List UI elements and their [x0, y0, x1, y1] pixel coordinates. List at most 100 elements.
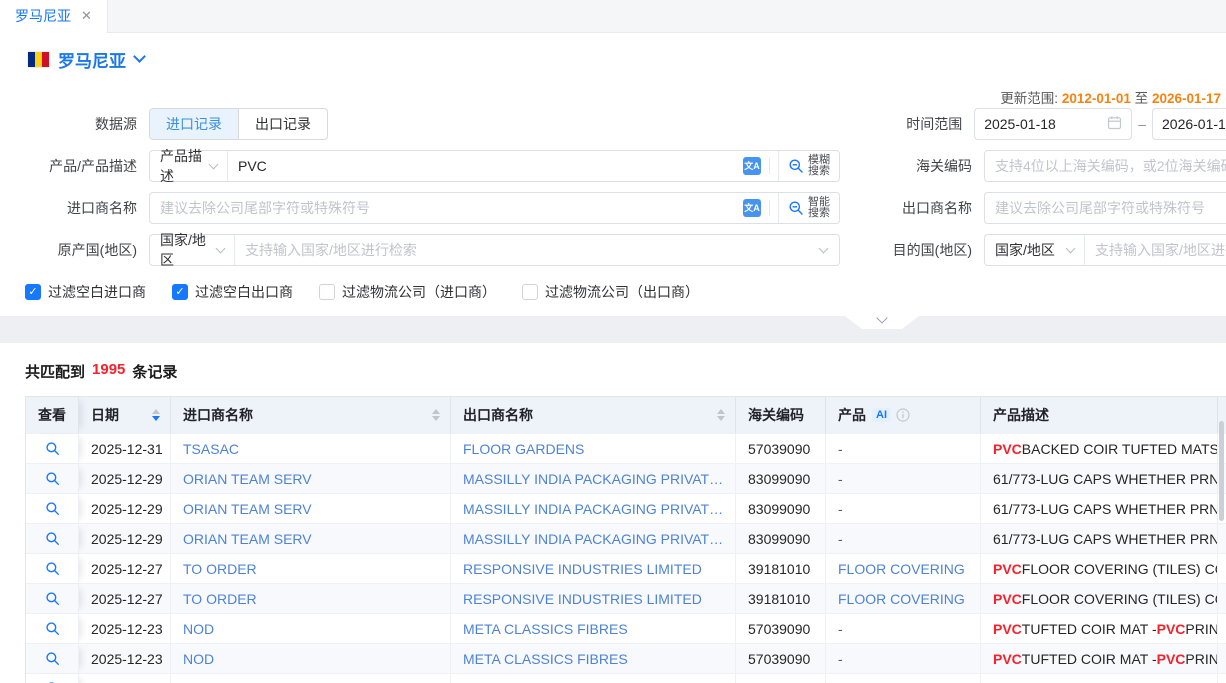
view-record-button[interactable] — [43, 679, 62, 683]
update-range-to: 2026-01-17 — [1152, 91, 1221, 106]
product-link[interactable]: FLOOR COVERING — [838, 561, 965, 577]
description-text: 61/773-LUG CAPS WHETHER PRNTD... — [993, 501, 1218, 517]
view-record-button[interactable] — [43, 499, 62, 518]
exporter-name-input[interactable] — [984, 192, 1226, 224]
divider — [769, 200, 770, 216]
view-record-button[interactable] — [43, 589, 62, 608]
product-type-select[interactable]: 产品描述 — [150, 151, 228, 181]
table-header-row: 查看日期进口商名称出口商名称海关编码产品AI产品描述 — [26, 397, 1226, 433]
cell-product: - — [826, 494, 981, 523]
column-header-exporter[interactable]: 出口商名称 — [451, 397, 736, 433]
collapse-filters-handle[interactable] — [845, 316, 919, 329]
importer-link[interactable]: TO ORDER — [183, 591, 257, 607]
unchecked-checkbox-icon[interactable] — [522, 284, 538, 300]
checked-checkbox-icon[interactable]: ✓ — [25, 284, 41, 300]
column-header-importer[interactable]: 进口商名称 — [171, 397, 451, 433]
destination-country-select[interactable]: 国家/地区 — [985, 235, 1085, 265]
chevron-down-icon — [209, 160, 219, 170]
date-end-input[interactable]: 2026-01-17 — [1152, 108, 1226, 140]
origin-search-input[interactable] — [235, 242, 820, 258]
importer-name-input[interactable] — [150, 200, 743, 216]
view-record-button[interactable] — [43, 559, 62, 578]
exporter-link[interactable]: RESPONSIVE INDUSTRIES LIMITED — [463, 591, 702, 607]
column-label: 查看 — [38, 405, 66, 425]
unchecked-checkbox-icon[interactable] — [319, 284, 335, 300]
importer-link[interactable]: ORIAN TEAM SERV — [183, 501, 312, 517]
keyword-highlight: PVC — [1157, 621, 1186, 637]
cell-date: 2025-12-31 — [79, 434, 171, 463]
cell-exporter: RESPONSIVE INDUSTRIES LIMITED — [451, 584, 736, 613]
column-label: 产品描述 — [993, 405, 1049, 425]
translate-icon[interactable]: 文A — [743, 157, 761, 175]
hs-code-input[interactable] — [984, 150, 1226, 182]
country-header: 罗马尼亚 — [0, 33, 1226, 85]
checkbox-label: 过滤物流公司（进口商） — [342, 282, 496, 302]
importer-link[interactable]: TSASAC — [183, 441, 239, 457]
column-header-description: 产品描述 — [981, 397, 1218, 433]
translate-icon[interactable]: 文A — [743, 199, 761, 217]
vertical-scrollbar[interactable] — [1219, 421, 1224, 521]
calendar-icon — [1107, 115, 1122, 133]
product-search-input[interactable] — [228, 158, 743, 174]
sort-carets-icon[interactable] — [152, 409, 160, 421]
exporter-link[interactable]: META CLASSICS FIBRES — [463, 651, 628, 667]
destination-search-input[interactable] — [1085, 242, 1226, 258]
date-start-input[interactable]: 2025-01-18 — [974, 108, 1132, 140]
cell-importer: ORIAN TEAM SERV — [171, 524, 451, 553]
sort-carets-icon[interactable] — [432, 409, 440, 421]
cell-product: - — [826, 524, 981, 553]
origin-country-select[interactable]: 国家/地区 — [150, 235, 235, 265]
cell-exporter: META CLASSICS FIBRES — [451, 644, 736, 673]
cell-description: 61/773-LUG CAPS WHETHER PRNTD... — [981, 494, 1218, 523]
filter-logistics-exporter-checkbox[interactable]: 过滤物流公司（出口商） — [522, 282, 699, 302]
checked-checkbox-icon[interactable]: ✓ — [172, 284, 188, 300]
table-row: 2025-12-27TO ORDERRESPONSIVE INDUSTRIES … — [26, 553, 1226, 583]
filter-checkbox-row: ✓过滤空白进口商 ✓过滤空白出口商 过滤物流公司（进口商） 过滤物流公司（出口商） — [25, 280, 1226, 304]
smart-search-button[interactable]: 智能 搜索 — [778, 193, 839, 223]
description-text: TUFTED COIR MAT - — [1022, 621, 1157, 637]
importer-link[interactable]: ORIAN TEAM SERV — [183, 531, 312, 547]
importer-link[interactable]: TO ORDER — [183, 561, 257, 577]
cell-hs_code: 83099090 — [736, 464, 826, 493]
importer-link[interactable]: ORIAN TEAM SERV — [183, 471, 312, 487]
filter-blank-exporter-checkbox[interactable]: ✓过滤空白出口商 — [172, 282, 293, 302]
product-link[interactable]: FLOOR COVERING — [838, 591, 965, 607]
filter-logistics-importer-checkbox[interactable]: 过滤物流公司（进口商） — [319, 282, 496, 302]
importer-link[interactable]: NOD — [183, 651, 214, 667]
cell-importer: NOD — [171, 674, 451, 683]
row-origin-destination: 原产国(地区) 国家/地区 目的国(地区) 国家/地区 — [0, 234, 1226, 266]
exporter-link[interactable]: MASSILLY INDIA PACKAGING PRIVATE LIMI... — [463, 501, 725, 517]
sort-carets-icon[interactable] — [717, 409, 725, 421]
view-record-button[interactable] — [43, 529, 62, 548]
info-icon[interactable] — [896, 408, 910, 422]
country-name[interactable]: 罗马尼亚 — [58, 47, 126, 72]
view-record-button[interactable] — [43, 469, 62, 488]
fuzzy-search-button[interactable]: 模糊 搜索 — [778, 151, 839, 181]
exporter-link[interactable]: META CLASSICS FIBRES — [463, 621, 628, 637]
cell-hs_code: 57039090 — [736, 644, 826, 673]
table-row: 2025-12-31TSASACFLOOR GARDENS57039090-PV… — [26, 433, 1226, 463]
export-records-button[interactable]: 出口记录 — [238, 109, 327, 139]
tab-romania[interactable]: 罗马尼亚 ✕ — [0, 0, 108, 32]
exporter-link[interactable]: MASSILLY INDIA PACKAGING PRIVATE LIMI... — [463, 531, 725, 547]
description-text: 61/773-LUG CAPS WHETHER PRNTD... — [993, 471, 1218, 487]
exporter-link[interactable]: RESPONSIVE INDUSTRIES LIMITED — [463, 561, 702, 577]
table-row: 2025-12-27TO ORDERRESPONSIVE INDUSTRIES … — [26, 583, 1226, 613]
view-record-button[interactable] — [43, 619, 62, 638]
filter-blank-importer-checkbox[interactable]: ✓过滤空白进口商 — [25, 282, 146, 302]
import-records-button[interactable]: 进口记录 — [150, 109, 238, 139]
table-row: 2025-12-23NODMETA CLASSICS FIBRES5703909… — [26, 613, 1226, 643]
close-icon[interactable]: ✕ — [81, 8, 92, 24]
column-header-date[interactable]: 日期 — [79, 397, 171, 433]
chevron-down-icon[interactable] — [133, 50, 146, 63]
exporter-link[interactable]: FLOOR GARDENS — [463, 441, 584, 457]
view-record-button[interactable] — [43, 649, 62, 668]
product-empty: - — [838, 441, 843, 457]
cell-hs_code: 39181010 — [736, 584, 826, 613]
filter-panel: 数据源 进口记录 出口记录 更新范围: 2012-01-01 至 2026-01… — [0, 85, 1226, 316]
exporter-link[interactable]: MASSILLY INDIA PACKAGING PRIVATE LIMI... — [463, 471, 725, 487]
cell-description: PVC TUFTED COIR MAT - PVC PRINT... — [981, 644, 1218, 673]
cell-date: 2025-12-22 — [79, 674, 171, 683]
importer-link[interactable]: NOD — [183, 621, 214, 637]
view-record-button[interactable] — [43, 439, 62, 458]
